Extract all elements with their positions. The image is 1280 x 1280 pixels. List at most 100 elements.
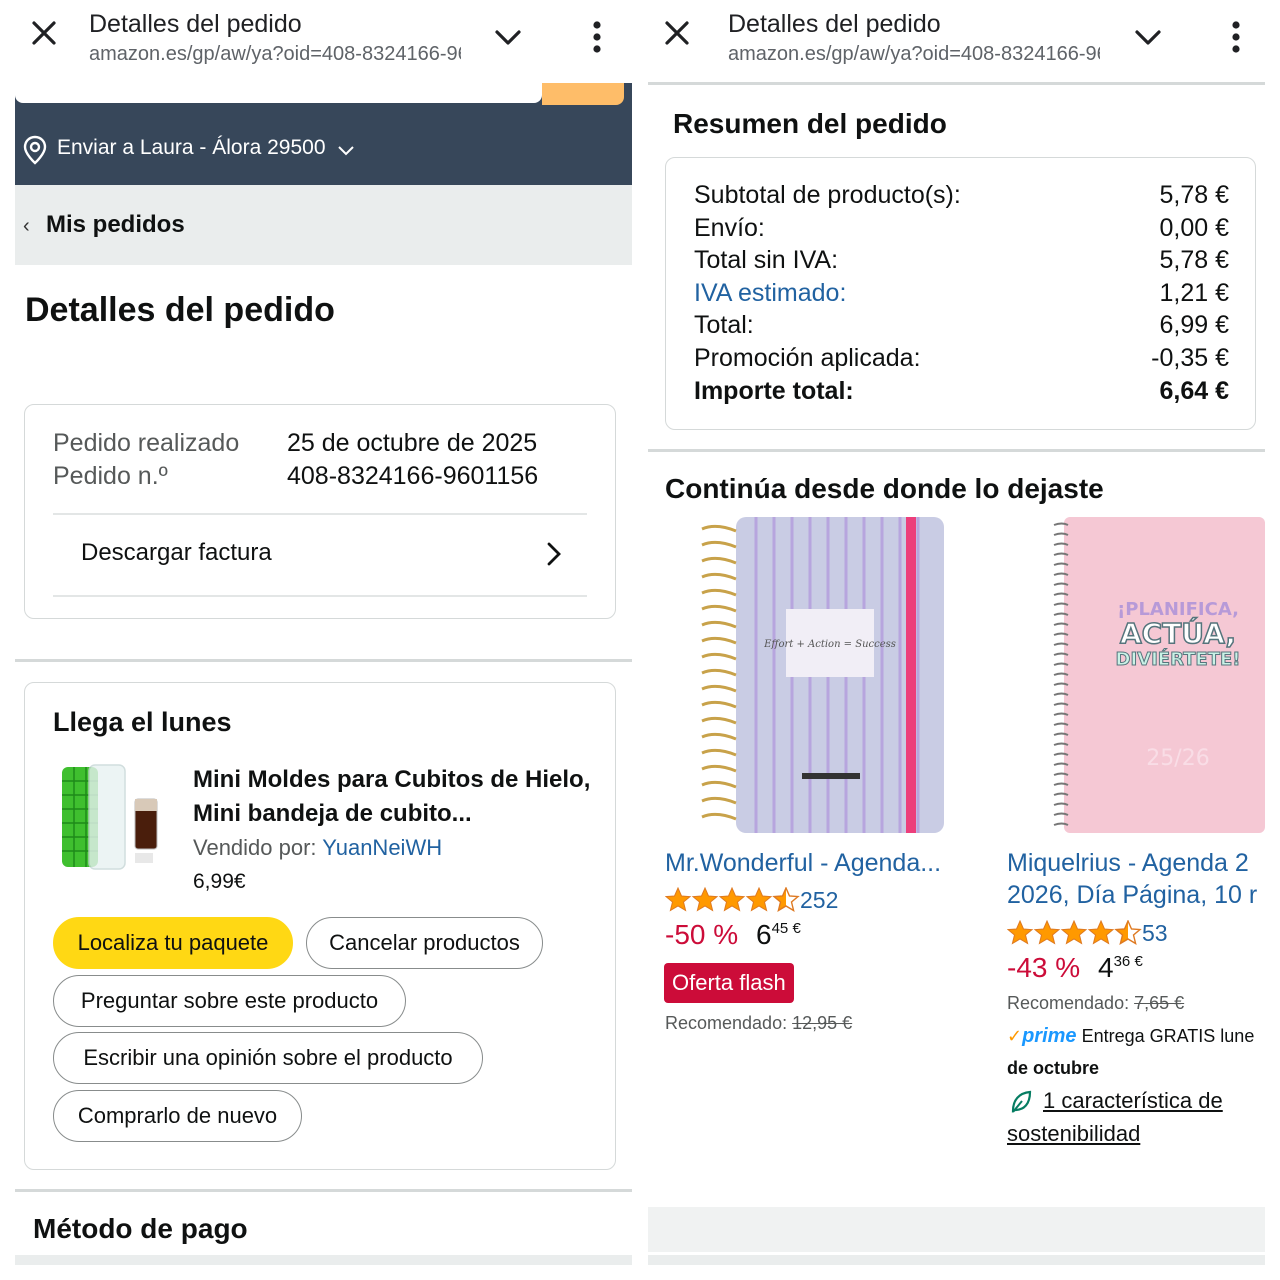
star-rating-icon[interactable]	[665, 887, 805, 913]
breadcrumb[interactable]: ‹ Mis pedidos	[15, 185, 632, 265]
summary-value: 0,00 €	[1159, 214, 1229, 242]
sustainability-link[interactable]: 1 característica de	[1043, 1084, 1223, 1117]
deliver-to-text: Enviar a Laura - Álora 29500	[57, 136, 326, 159]
order-number-value: 408-8324166-9601156	[287, 462, 539, 490]
section-separator	[648, 82, 1265, 85]
cover-year: 25/26	[1146, 746, 1209, 771]
prime-check-icon: ✓	[1007, 1026, 1023, 1046]
deal-price: 645 €	[756, 919, 801, 951]
product-thumbnail[interactable]	[59, 761, 159, 873]
more-options-icon[interactable]	[591, 20, 603, 54]
order-info-card: Pedido realizado 25 de octubre de 2025 P…	[24, 404, 616, 619]
summary-label: Importe total:	[694, 377, 854, 405]
chevron-down-icon[interactable]	[1133, 25, 1163, 49]
cancel-items-button[interactable]: Cancelar productos	[306, 917, 543, 969]
product-title-link-line2[interactable]: 2026, Día Página, 10 r	[1007, 881, 1265, 910]
order-summary-title: Resumen del pedido	[673, 108, 947, 139]
product-image[interactable]: ¡PLANIFICA, ACTÚA, DIVIÉRTETE! 25/26	[1048, 515, 1265, 835]
chevron-left-icon: ‹	[23, 215, 30, 237]
summary-value: 1,21 €	[1159, 279, 1229, 307]
price-fraction: 36	[1113, 953, 1131, 970]
divider	[53, 513, 587, 515]
write-review-button[interactable]: Escribir una opinión sobre el producto	[53, 1032, 483, 1084]
arrival-title: Llega el lunes	[53, 707, 232, 737]
payment-method-title: Método de pago	[33, 1213, 248, 1244]
search-bar-remnant	[15, 83, 632, 107]
summary-row: Envío: 0,00 €	[694, 214, 1229, 246]
summary-row: IVA estimado: 1,21 €	[694, 279, 1229, 311]
order-number-label: Pedido n.º	[53, 462, 168, 490]
recommended-label: Recomendado:	[1007, 993, 1130, 1013]
star-rating-icon[interactable]	[1007, 920, 1147, 946]
delivery-date-line: de octubre	[1007, 1058, 1100, 1078]
search-button[interactable]	[542, 83, 624, 105]
right-screenshot: Detalles del pedido amazon.es/gp/aw/ya?o…	[648, 0, 1265, 1265]
product-title-link[interactable]: Mr.Wonderful - Agenda...	[665, 849, 975, 878]
review-count[interactable]: 53	[1142, 920, 1168, 947]
recommended-strikethrough: 7,65 €	[1134, 993, 1185, 1013]
estimated-vat-link[interactable]: IVA estimado:	[694, 279, 846, 308]
recommended-strikethrough: 12,95 €	[792, 1013, 853, 1033]
shipment-card: Llega el lunes Mini Moldes para Cubitos …	[24, 682, 616, 1170]
price-fraction: 45	[771, 920, 789, 937]
cover-line-3: DIVIÉRTETE!	[1116, 648, 1241, 670]
divider	[53, 595, 587, 597]
download-invoice-link[interactable]: Descargar factura	[81, 539, 272, 567]
flash-deal-badge: Oferta flash	[664, 963, 794, 1003]
product-price: 6,99€	[193, 870, 246, 893]
order-placed-label: Pedido realizado	[53, 429, 240, 457]
currency-symbol: €	[1134, 953, 1143, 970]
summary-row: Total: 6,99 €	[694, 311, 1229, 343]
sustainability-link-line2[interactable]: sostenibilidad	[1007, 1117, 1140, 1150]
chevron-down-icon[interactable]	[493, 25, 523, 49]
summary-value: -0,35 €	[1151, 344, 1229, 372]
browser-toolbar: Detalles del pedido amazon.es/gp/aw/ya?o…	[15, 0, 632, 83]
buy-again-button[interactable]: Comprarlo de nuevo	[53, 1090, 302, 1142]
footer-area	[648, 1207, 1265, 1252]
more-options-icon[interactable]	[1230, 20, 1242, 54]
summary-label: Envío:	[694, 214, 765, 242]
review-count[interactable]: 252	[800, 887, 838, 914]
left-screenshot: Detalles del pedido amazon.es/gp/aw/ya?o…	[15, 0, 632, 1265]
summary-label: Total:	[694, 311, 754, 339]
summary-label: Promoción aplicada:	[694, 344, 921, 372]
prime-logo: prime	[1022, 1025, 1077, 1047]
summary-value: 6,64 €	[1159, 377, 1229, 405]
product-title-link[interactable]: Mini Moldes para Cubitos de Hielo, Mini …	[193, 763, 593, 831]
seller-link[interactable]: YuanNeiWH	[322, 835, 442, 860]
product-title-link[interactable]: Miquelrius - Agenda 2	[1007, 849, 1265, 878]
price-whole: 4	[1098, 952, 1114, 983]
page-title: Detalles del pedido	[25, 291, 335, 329]
price-whole: 6	[756, 919, 772, 950]
summary-row: Promoción aplicada: -0,35 €	[694, 344, 1229, 376]
summary-value: 6,99 €	[1159, 311, 1229, 339]
track-package-button[interactable]: Localiza tu paquete	[53, 917, 293, 969]
recommended-label: Recomendado:	[665, 1013, 788, 1033]
cover-text: Effort + Action = Success	[763, 639, 896, 650]
summary-row-total: Importe total: 6,64 €	[694, 377, 1229, 409]
breadcrumb-my-orders[interactable]: Mis pedidos	[46, 211, 185, 239]
leaf-icon	[1011, 1090, 1032, 1113]
deliver-to-bar[interactable]: Enviar a Laura - Álora 29500	[15, 107, 632, 185]
section-separator	[648, 449, 1265, 452]
sold-by-label: Vendido por:	[193, 835, 317, 860]
recommended-price: Recomendado: 12,95 €	[665, 1013, 852, 1034]
section-separator	[15, 659, 632, 662]
order-placed-value: 25 de octubre de 2025	[287, 429, 538, 457]
summary-label: Total sin IVA:	[694, 246, 839, 274]
close-icon[interactable]	[29, 18, 59, 48]
browser-title: Detalles del pedido	[728, 10, 941, 38]
product-image[interactable]: Effort + Action = Success	[696, 515, 946, 835]
close-icon[interactable]	[662, 18, 692, 48]
order-summary-card: Subtotal de producto(s): 5,78 € Envío: 0…	[665, 157, 1256, 430]
prime-delivery-line: ✓prime Entrega GRATIS lune	[1007, 1025, 1254, 1048]
chevron-right-icon[interactable]	[545, 541, 563, 567]
summary-value: 5,78 €	[1159, 181, 1229, 209]
browser-url[interactable]: amazon.es/gp/aw/ya?oid=408-8324166-96011…	[89, 43, 461, 66]
browser-url[interactable]: amazon.es/gp/aw/ya?oid=408-8324166-96011…	[728, 43, 1100, 66]
search-input[interactable]	[15, 83, 542, 103]
currency-symbol: €	[792, 920, 801, 937]
summary-row: Subtotal de producto(s): 5,78 €	[694, 181, 1229, 213]
browser-toolbar: Detalles del pedido amazon.es/gp/aw/ya?o…	[648, 0, 1265, 83]
ask-product-question-button[interactable]: Preguntar sobre este producto	[53, 975, 406, 1027]
